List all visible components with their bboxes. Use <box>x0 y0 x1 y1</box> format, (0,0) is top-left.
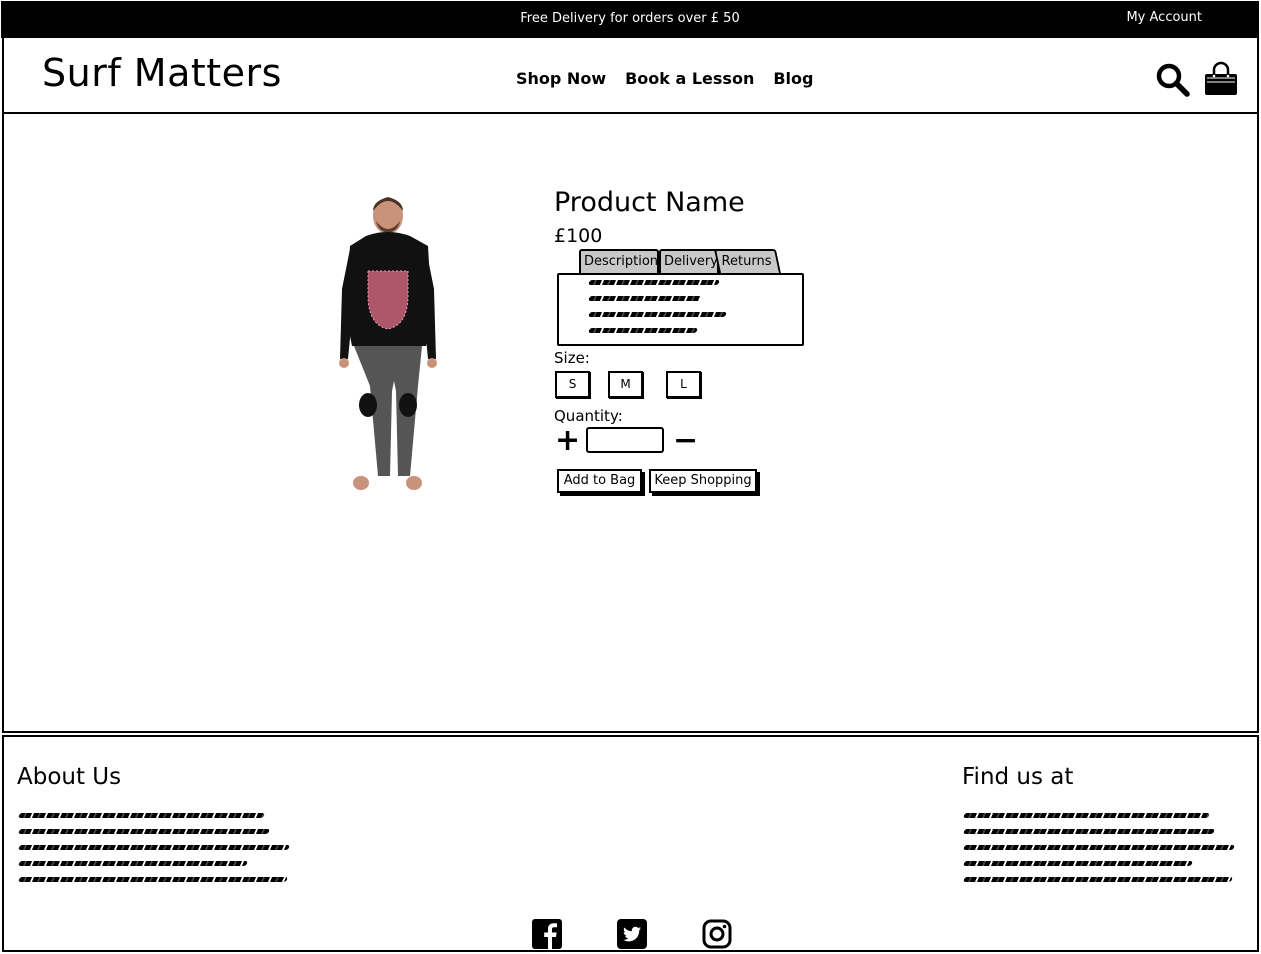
placeholder-text-line <box>963 829 1215 834</box>
tab-delivery[interactable]: Delivery <box>659 249 719 273</box>
product-section: Product Name £100 Description Delivery R… <box>2 113 1259 733</box>
site-footer: About Us Find us at <box>2 735 1259 952</box>
product-name: Product Name <box>554 187 745 218</box>
promo-bar: Free Delivery for orders over £ 50 My Ac… <box>1 1 1259 38</box>
my-account-link[interactable]: My Account <box>1126 10 1202 25</box>
placeholder-text-line <box>18 813 265 818</box>
tab-description-label: Description <box>584 254 659 269</box>
placeholder-text-line <box>18 877 288 882</box>
size-button-l[interactable]: L <box>666 371 701 398</box>
keep-shopping-button[interactable]: Keep Shopping <box>649 469 757 493</box>
tab-delivery-label: Delivery <box>664 254 718 269</box>
main-nav: Shop Now Book a Lesson Blog <box>516 69 813 88</box>
size-label: Size: <box>554 349 590 367</box>
instagram-icon[interactable] <box>702 919 732 949</box>
placeholder-text-line <box>18 845 290 850</box>
size-button-m[interactable]: M <box>608 371 643 398</box>
tab-description[interactable]: Description <box>579 249 659 273</box>
shopping-bag-icon[interactable] <box>1203 61 1239 97</box>
nav-blog[interactable]: Blog <box>773 69 813 88</box>
size-button-s[interactable]: S <box>555 371 590 398</box>
site-header: Surf Matters Shop Now Book a Lesson Blog <box>2 37 1259 114</box>
placeholder-text-line <box>588 312 727 317</box>
quantity-input[interactable] <box>586 427 664 453</box>
tab-content-panel <box>557 273 804 346</box>
placeholder-text-line <box>18 829 270 834</box>
find-us-heading: Find us at <box>962 764 1074 790</box>
placeholder-text-line <box>963 813 1210 818</box>
add-to-bag-button[interactable]: Add to Bag <box>557 469 642 493</box>
free-delivery-text: Free Delivery for orders over £ 50 <box>520 11 740 26</box>
placeholder-text-line <box>963 877 1233 882</box>
placeholder-text-line <box>588 280 720 285</box>
search-icon[interactable] <box>1156 63 1190 97</box>
placeholder-text-line <box>588 328 698 333</box>
placeholder-text-line <box>588 296 702 301</box>
tab-returns-label: Returns <box>721 254 772 269</box>
wetsuit-model-image[interactable] <box>274 191 494 503</box>
tab-returns[interactable]: Returns <box>713 249 781 273</box>
product-price: £100 <box>554 225 603 247</box>
nav-shop-now[interactable]: Shop Now <box>516 69 606 88</box>
site-logo[interactable]: Surf Matters <box>42 51 282 95</box>
nav-book-lesson[interactable]: Book a Lesson <box>625 69 754 88</box>
placeholder-text-line <box>963 861 1193 866</box>
twitter-icon[interactable] <box>617 919 647 949</box>
placeholder-text-line <box>18 861 248 866</box>
facebook-icon[interactable] <box>532 919 562 949</box>
about-us-heading: About Us <box>17 764 122 790</box>
quantity-decrease-button[interactable]: − <box>673 426 698 456</box>
quantity-increase-button[interactable]: + <box>555 426 580 456</box>
placeholder-text-line <box>963 845 1235 850</box>
